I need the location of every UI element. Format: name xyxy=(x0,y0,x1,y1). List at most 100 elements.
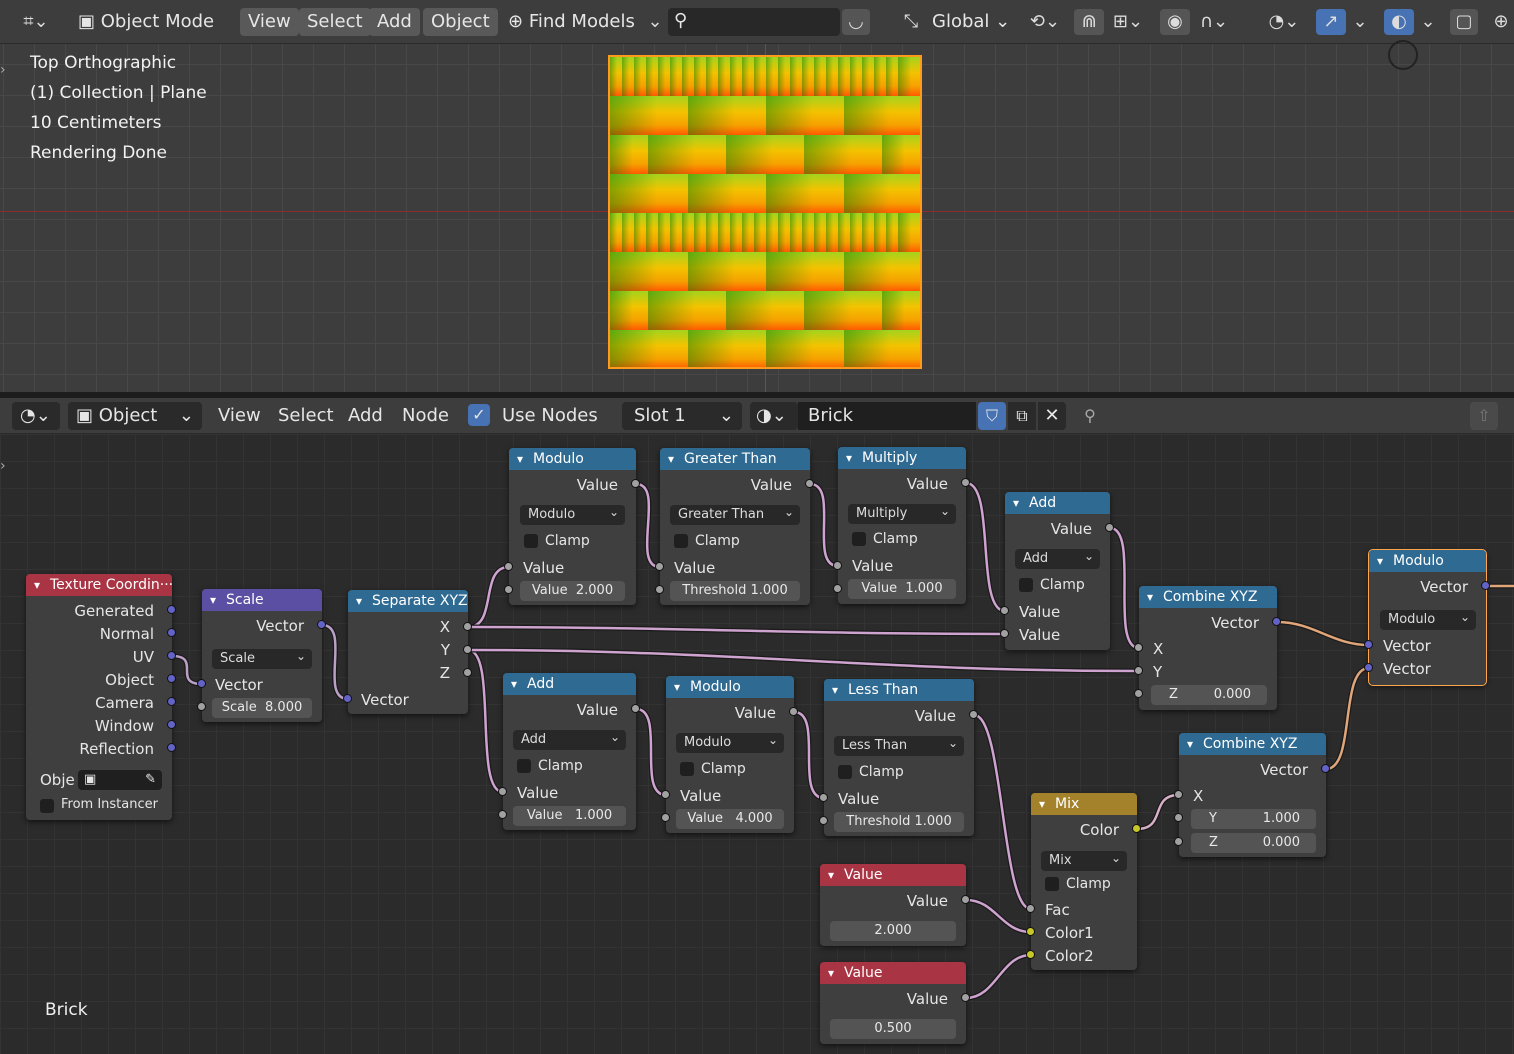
node-add-1[interactable]: Add Value Add Clamp Value Value xyxy=(1005,492,1110,650)
node-socket[interactable] xyxy=(343,694,352,703)
node-socket[interactable] xyxy=(661,813,670,822)
node-socket[interactable] xyxy=(655,585,664,594)
node-socket[interactable] xyxy=(1481,581,1490,590)
node-less-than[interactable]: Less Than Value Less Than Clamp Value Th… xyxy=(824,679,974,836)
node-socket[interactable] xyxy=(1174,790,1183,799)
node-socket[interactable] xyxy=(819,816,828,825)
snap-icon[interactable]: ⋒ xyxy=(1074,9,1104,35)
node-socket[interactable] xyxy=(504,562,513,571)
node-socket[interactable] xyxy=(1134,643,1143,652)
shader-type-selector[interactable]: ▣ Object ⌄ xyxy=(68,402,202,430)
node-socket[interactable] xyxy=(961,993,970,1002)
clamp-checkbox[interactable] xyxy=(680,762,694,776)
node-socket[interactable] xyxy=(167,720,176,729)
node-socket[interactable] xyxy=(961,478,970,487)
operation-dropdown[interactable]: Multiply xyxy=(848,501,956,524)
pin-icon[interactable]: ⚲ xyxy=(1078,402,1102,430)
node-scale[interactable]: Scale Vector Scale Vector Scale 8.000 xyxy=(202,589,322,722)
node-socket[interactable] xyxy=(463,668,472,677)
parent-node-tree-icon[interactable]: ⇧ xyxy=(1470,402,1498,430)
overlay-dropdown-icon[interactable]: ⌄ xyxy=(1418,9,1438,35)
node-socket[interactable] xyxy=(1134,689,1143,698)
y-field[interactable]: Y 1.000 xyxy=(1191,809,1316,829)
menu-node[interactable]: Node xyxy=(394,402,457,430)
node-socket[interactable] xyxy=(197,702,206,711)
node-socket[interactable] xyxy=(498,810,507,819)
node-socket[interactable] xyxy=(1000,606,1009,615)
node-socket[interactable] xyxy=(789,707,798,716)
node-socket[interactable] xyxy=(504,585,513,594)
node-combine-xyz-2[interactable]: Combine XYZ Vector X Y 1.000 Z 0.000 xyxy=(1179,733,1326,857)
node-socket[interactable] xyxy=(463,622,472,631)
node-socket[interactable] xyxy=(167,651,176,660)
gizmo-icon[interactable]: ↗ xyxy=(1316,9,1346,35)
node-socket[interactable] xyxy=(1364,663,1373,672)
node-socket[interactable] xyxy=(805,479,814,488)
clamp-checkbox[interactable] xyxy=(674,534,688,548)
node-socket[interactable] xyxy=(197,679,206,688)
node-socket[interactable] xyxy=(463,645,472,654)
node-socket[interactable] xyxy=(1026,904,1035,913)
node-socket[interactable] xyxy=(167,605,176,614)
operation-dropdown[interactable]: Greater Than xyxy=(670,502,800,525)
node-socket[interactable] xyxy=(819,793,828,802)
node-socket[interactable] xyxy=(655,562,664,571)
brick-plane[interactable] xyxy=(608,55,922,369)
value-field[interactable]: Value 2.000 xyxy=(520,581,625,601)
falloff-icon[interactable]: ∩⌄ xyxy=(1194,9,1234,35)
orientation-selector[interactable]: Global ⌄ xyxy=(924,8,1018,36)
operation-dropdown[interactable]: Modulo xyxy=(676,730,784,753)
threshold-field[interactable]: Threshold 1.000 xyxy=(834,812,964,832)
search-dropdown-icon[interactable]: ◡ xyxy=(842,9,870,35)
use-nodes-checkbox[interactable]: ✓ xyxy=(468,404,490,426)
value-field[interactable]: 0.500 xyxy=(830,1019,956,1039)
node-socket[interactable] xyxy=(1132,824,1141,833)
menu-select[interactable]: Select xyxy=(270,402,342,430)
node-socket[interactable] xyxy=(661,790,670,799)
menu-view[interactable]: View xyxy=(210,402,269,430)
visibility-icon[interactable]: ◔⌄ xyxy=(1262,9,1306,35)
value-field[interactable]: Value 1.000 xyxy=(513,806,626,826)
node-separate-xyz[interactable]: Separate XYZ X Y Z Vector xyxy=(348,590,468,714)
operation-dropdown[interactable]: Modulo xyxy=(520,502,625,525)
node-socket[interactable] xyxy=(631,704,640,713)
search-input[interactable]: ⚲ xyxy=(668,8,840,36)
operation-dropdown[interactable]: Less Than xyxy=(834,733,964,756)
node-greater-than[interactable]: Greater Than Value Greater Than Clamp Va… xyxy=(660,448,810,605)
pivot-icon[interactable]: ⟲⌄ xyxy=(1025,9,1065,35)
menu-add[interactable]: Add xyxy=(340,402,391,430)
node-socket[interactable] xyxy=(498,787,507,796)
overlay-icon[interactable]: ◐ xyxy=(1384,9,1414,35)
clamp-checkbox[interactable] xyxy=(517,759,531,773)
snap-target-icon[interactable]: ⊞⌄ xyxy=(1106,9,1150,35)
operation-dropdown[interactable]: Scale xyxy=(212,646,312,669)
node-socket[interactable] xyxy=(1272,617,1281,626)
editor-type-icon[interactable]: ⌗⌄ xyxy=(14,9,58,35)
value-field[interactable]: 2.000 xyxy=(830,921,956,941)
node-socket[interactable] xyxy=(1000,629,1009,638)
node-texture-coordinate[interactable]: Texture Coordin··· Generated Normal UV O… xyxy=(26,574,172,820)
eyedropper-icon[interactable]: ✎ xyxy=(145,770,156,790)
proportional-edit-icon[interactable]: ◉ xyxy=(1160,9,1190,35)
z-field[interactable]: Z 0.000 xyxy=(1151,685,1267,705)
menu-view[interactable]: View xyxy=(240,8,299,36)
node-socket[interactable] xyxy=(1026,950,1035,959)
toolbar-expand-icon[interactable]: › xyxy=(0,62,6,78)
node-socket[interactable] xyxy=(833,561,842,570)
node-multiply[interactable]: Multiply Value Multiply Clamp Value Valu… xyxy=(838,447,966,604)
node-modulo-vector[interactable]: Modulo Vector Modulo Vector Vector xyxy=(1368,549,1487,686)
slot-selector[interactable]: Slot 1 ⌄ xyxy=(622,402,742,430)
node-socket[interactable] xyxy=(167,628,176,637)
toolbar-expand-icon[interactable]: › xyxy=(0,458,6,474)
node-socket[interactable] xyxy=(1321,764,1330,773)
clamp-checkbox[interactable] xyxy=(524,534,538,548)
editor-type-icon[interactable]: ◔⌄ xyxy=(12,402,60,430)
menu-object[interactable]: Object xyxy=(423,8,498,36)
material-name-field[interactable]: Brick xyxy=(798,402,976,430)
unlink-material-icon[interactable]: ✕ xyxy=(1038,402,1066,430)
object-picker-field[interactable]: ▣ ✎ xyxy=(78,770,162,790)
node-value-2[interactable]: Value Value 0.500 xyxy=(820,962,966,1044)
node-socket[interactable] xyxy=(1134,666,1143,675)
navigation-gizmo-icon[interactable] xyxy=(1388,40,1418,70)
mode-selector[interactable]: ▣ Object Mode ⌄ xyxy=(70,8,230,60)
